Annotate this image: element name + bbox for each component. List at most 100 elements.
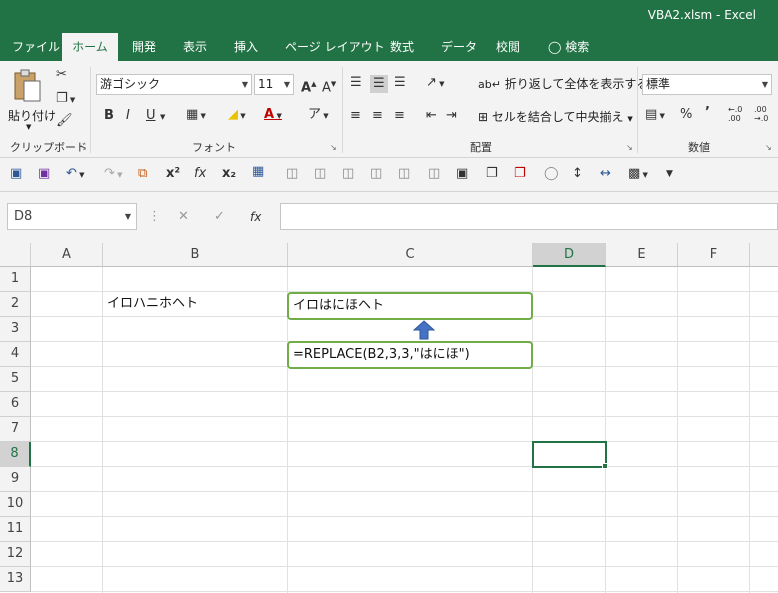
fill-color-icon[interactable]: ◢ ▼: [228, 107, 246, 124]
enter-icon[interactable]: ✓: [214, 209, 225, 225]
distribute-horizontal-icon[interactable]: ↔: [600, 166, 611, 182]
superscript-icon[interactable]: x²: [166, 166, 180, 182]
align-middle-icon[interactable]: ☰: [370, 75, 388, 93]
column-header-overflow[interactable]: [750, 243, 778, 267]
bring-forward-icon[interactable]: ❐: [486, 166, 498, 182]
camera-icon[interactable]: ▣: [456, 166, 468, 182]
subscript-icon[interactable]: x₂: [222, 166, 236, 182]
align-objects-bottom-icon[interactable]: ◫: [314, 166, 326, 182]
active-cell-d8[interactable]: [532, 441, 607, 468]
cell-c2[interactable]: イロはにほヘト: [293, 294, 384, 318]
percent-style-button[interactable]: %: [680, 107, 692, 123]
undo-icon[interactable]: ↶ ▼: [66, 166, 85, 183]
tab-insert[interactable]: 挿入: [232, 33, 260, 61]
selection-pane-icon[interactable]: ◯: [544, 166, 559, 182]
table-icon[interactable]: ▦: [252, 164, 264, 180]
orientation-icon[interactable]: ↗ ▼: [426, 75, 445, 92]
cancel-icon[interactable]: ✕: [178, 209, 189, 225]
align-objects-left-icon[interactable]: ◫: [286, 166, 298, 182]
column-header-d[interactable]: D: [533, 243, 606, 267]
decrease-font-size-icon[interactable]: A▼: [322, 76, 336, 96]
distribute-vertical-icon[interactable]: ↕: [572, 166, 583, 182]
row-header[interactable]: 1: [0, 267, 31, 292]
borders-icon[interactable]: ▦ ▼: [186, 107, 206, 124]
row-header[interactable]: 13: [0, 567, 31, 592]
fill-handle[interactable]: [602, 463, 608, 469]
bold-button[interactable]: B: [104, 108, 114, 124]
dialog-launcher-icon[interactable]: ↘: [765, 143, 772, 152]
dialog-launcher-icon[interactable]: ↘: [80, 143, 87, 152]
cell-c4[interactable]: =REPLACE(B2,3,3,"はにほ"): [293, 343, 470, 367]
tab-home[interactable]: ホーム: [62, 33, 118, 61]
column-header-a[interactable]: A: [31, 243, 103, 267]
font-size-select[interactable]: 11 ▼: [254, 74, 294, 95]
wrap-text-button[interactable]: ab↵ 折り返して全体を表示する: [478, 75, 648, 93]
toolbox-icon[interactable]: ▩ ▼: [628, 166, 648, 183]
increase-decimal-button[interactable]: ←.0 .00: [728, 105, 748, 123]
column-header-f[interactable]: F: [678, 243, 750, 267]
tab-view[interactable]: 表示: [181, 33, 209, 61]
dialog-launcher-icon[interactable]: ↘: [330, 143, 337, 152]
save-as-icon[interactable]: ▣: [38, 166, 50, 182]
row-header[interactable]: 4: [0, 342, 31, 367]
row-header[interactable]: 11: [0, 517, 31, 542]
row-header[interactable]: 6: [0, 392, 31, 417]
align-bottom-icon[interactable]: ☰: [394, 75, 406, 91]
accounting-format-icon[interactable]: ▤ ▼: [645, 107, 665, 124]
row-header[interactable]: 10: [0, 492, 31, 517]
select-all-button[interactable]: [0, 243, 31, 267]
phonetic-icon[interactable]: ア ▼: [308, 107, 329, 124]
row-header[interactable]: 7: [0, 417, 31, 442]
row-header[interactable]: 9: [0, 467, 31, 492]
increase-indent-icon[interactable]: ⇥: [446, 108, 457, 124]
align-top-icon[interactable]: ☰: [350, 75, 362, 91]
align-objects-center-icon[interactable]: ◫: [342, 166, 354, 182]
increase-font-size-icon[interactable]: A▲: [301, 76, 316, 96]
decrease-indent-icon[interactable]: ⇤: [426, 108, 437, 124]
cut-icon[interactable]: ✂: [56, 67, 67, 83]
align-left-icon[interactable]: ≡: [350, 108, 361, 124]
tab-data[interactable]: データ: [439, 33, 479, 61]
row-header[interactable]: 3: [0, 317, 31, 342]
redo-icon[interactable]: ↷ ▼: [104, 166, 123, 183]
cell-b2[interactable]: イロハニホヘト: [107, 292, 198, 316]
underline-button[interactable]: U: [146, 108, 156, 124]
row-header-selected[interactable]: 8: [0, 442, 31, 467]
save-icon[interactable]: ▣: [10, 166, 22, 182]
decrease-decimal-button[interactable]: .00 →.0: [754, 105, 776, 123]
tab-search[interactable]: ◯ 検索: [546, 33, 591, 61]
tab-page-layout[interactable]: ページ レイアウト: [283, 33, 387, 61]
align-right-icon[interactable]: ≡: [394, 108, 405, 124]
font-color-icon[interactable]: A ▼: [264, 107, 282, 124]
copy-icon[interactable]: ❐ ▼: [56, 91, 75, 108]
comma-style-button[interactable]: ’: [705, 105, 710, 121]
copy-to-sheet-icon[interactable]: ⧉: [138, 166, 147, 182]
column-header-c[interactable]: C: [288, 243, 533, 267]
row-header[interactable]: 12: [0, 542, 31, 567]
customize-toolbar-icon[interactable]: ▼: [666, 166, 673, 182]
row-header[interactable]: 2: [0, 292, 31, 317]
align-objects-right-icon[interactable]: ◫: [428, 166, 440, 182]
worksheet-grid[interactable]: A B C D E F 1 2 3 4 5 6 7 8 9 10 11 12 1…: [0, 243, 778, 593]
column-header-e[interactable]: E: [606, 243, 678, 267]
italic-button[interactable]: I: [126, 108, 130, 124]
tab-formulas[interactable]: 数式: [388, 33, 416, 61]
insert-function-icon[interactable]: fx: [194, 166, 206, 182]
column-header-b[interactable]: B: [103, 243, 288, 267]
tab-review[interactable]: 校閲: [494, 33, 522, 61]
font-name-select[interactable]: 游ゴシック ▼: [96, 74, 252, 95]
dialog-launcher-icon[interactable]: ↘: [626, 143, 633, 152]
send-backward-icon[interactable]: ❐: [514, 166, 526, 182]
row-header[interactable]: 5: [0, 367, 31, 392]
chevron-down-icon[interactable]: ▼: [160, 109, 165, 125]
tab-file[interactable]: ファイル: [10, 33, 62, 61]
align-objects-top-icon[interactable]: ◫: [370, 166, 382, 182]
align-center-icon[interactable]: ≡: [372, 108, 383, 124]
merge-center-button[interactable]: ⊞ セルを結合して中央揃え ▼: [478, 108, 633, 126]
format-painter-icon[interactable]: 🖌: [56, 113, 73, 129]
paste-button[interactable]: 貼り付け ▼: [6, 67, 56, 131]
align-objects-middle-icon[interactable]: ◫: [398, 166, 410, 182]
number-format-select[interactable]: 標準 ▼: [642, 74, 772, 95]
name-box[interactable]: D8 ▼: [7, 203, 137, 230]
tab-developer[interactable]: 開発: [130, 33, 158, 61]
